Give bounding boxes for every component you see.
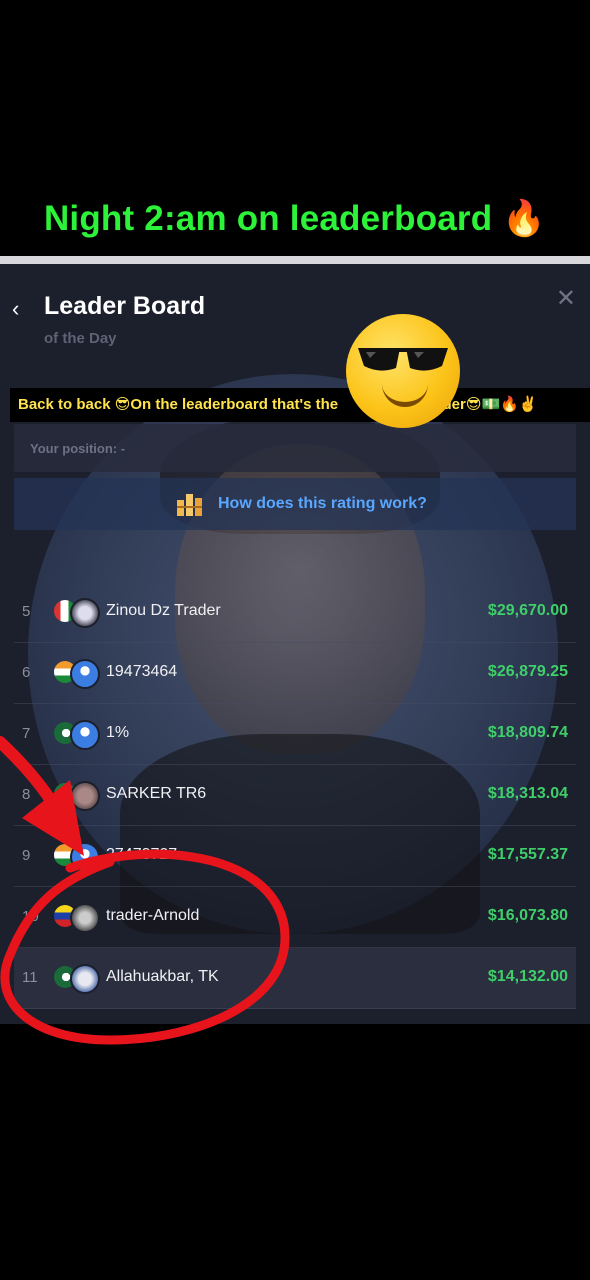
leaderboard-list: 5 Zinou Dz Trader $29,670.00 6 19473464 …: [14, 582, 576, 1009]
close-icon[interactable]: ✕: [556, 284, 576, 313]
sunglasses-emoji-icon: [346, 314, 460, 428]
rating-link-text[interactable]: How does this rating work?: [218, 495, 427, 513]
trader-name: 1%: [106, 724, 130, 741]
default-avatar-icon: [70, 720, 100, 750]
profit-amount: $16,073.80: [487, 907, 568, 924]
rank-number: 6: [22, 664, 31, 681]
trader-name: 19473464: [106, 663, 178, 680]
page-subtitle: of the Day: [44, 330, 117, 347]
default-avatar-icon: [70, 842, 100, 872]
avatar: [70, 903, 100, 933]
profit-amount: $29,670.00: [487, 602, 568, 619]
emoji-mouth: [382, 384, 428, 407]
rank-number: 5: [22, 603, 31, 620]
rank-number: 9: [22, 847, 31, 864]
leaderboard-screen: ‹ Leader Board of the Day ✕ Your positio…: [0, 264, 590, 1024]
trader-name: trader-Arnold: [106, 907, 200, 924]
trader-name: Allahuakbar, TK: [106, 968, 219, 985]
profit-amount: $17,557.37: [487, 846, 568, 863]
profit-amount: $26,879.25: [487, 663, 568, 680]
avatar: [70, 598, 100, 628]
leaderboard-row[interactable]: 6 19473464 $26,879.25: [14, 643, 576, 704]
caption-text: Night 2:am on leaderboard 🔥: [43, 199, 547, 238]
rank-number: 11: [22, 969, 38, 986]
banner-text-start: Back to back 😎On the leaderboard that's …: [18, 396, 343, 413]
top-divider: [0, 256, 590, 264]
leaderboard-row[interactable]: 8 SARKER TR6 $18,313.04: [14, 765, 576, 826]
leaderboard-row-current-user[interactable]: 11 Allahuakbar, TK $14,132.00: [14, 948, 576, 1009]
back-arrow-icon[interactable]: ‹: [12, 296, 19, 322]
page-title: Leader Board: [44, 292, 206, 320]
avatar: [70, 781, 100, 811]
rating-info-link[interactable]: How does this rating work?: [14, 478, 576, 530]
leaderboard-row[interactable]: 9 27473727 $17,557.37: [14, 826, 576, 887]
rank-number: 10: [22, 908, 39, 925]
books-icon: [177, 494, 202, 516]
avatar: [70, 964, 100, 994]
sunglasses-icon: [358, 348, 448, 371]
trader-name: SARKER TR6: [106, 785, 207, 802]
trader-name: Zinou Dz Trader: [106, 602, 221, 619]
profit-amount: $18,313.04: [487, 785, 568, 802]
rank-number: 7: [22, 725, 31, 742]
your-position-panel: Your position: -: [14, 424, 576, 472]
leaderboard-row[interactable]: 10 trader-Arnold $16,073.80: [14, 887, 576, 948]
leaderboard-row[interactable]: 7 1% $18,809.74: [14, 704, 576, 765]
rank-number: 8: [22, 786, 31, 803]
profit-amount: $14,132.00: [487, 968, 568, 985]
overlay-caption-banner: Back to back 😎On the leaderboard that's …: [10, 388, 590, 422]
leaderboard-row[interactable]: 5 Zinou Dz Trader $29,670.00: [14, 582, 576, 643]
profit-amount: $18,809.74: [487, 724, 568, 741]
default-avatar-icon: [70, 659, 100, 689]
trader-name: 27473727: [106, 846, 178, 863]
your-position-label: Your position: -: [30, 441, 126, 456]
